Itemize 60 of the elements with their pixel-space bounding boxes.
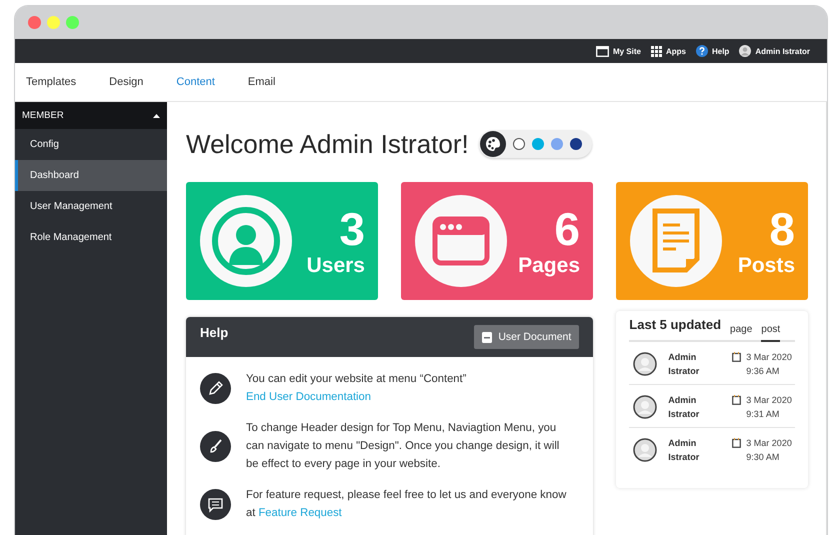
stat-count: 8	[769, 204, 795, 254]
nav-tab[interactable]: Email	[236, 76, 286, 88]
nav-tab[interactable]: Templates	[15, 76, 88, 88]
stat-count: 6	[554, 204, 580, 254]
help-text: For feature request, please feel free to let us and everyone know at Feature Request	[246, 488, 568, 521]
author-name: Admin Istrator	[668, 351, 700, 378]
filter-tab[interactable]: post	[761, 324, 780, 342]
brush-icon	[200, 430, 231, 462]
update-time: 3 Mar 2020 9:36 AM	[746, 351, 792, 378]
sidebar-item[interactable]: Dashboard	[15, 160, 167, 191]
book-icon	[482, 332, 492, 342]
user-icon	[200, 195, 292, 287]
avatar-icon	[633, 352, 658, 376]
author-name: Admin Istrator	[668, 437, 700, 464]
maximize-dot[interactable]	[66, 16, 79, 29]
nav-tab[interactable]: Design	[98, 76, 154, 88]
top-bar-link[interactable]: Help	[696, 45, 730, 57]
avatar-icon	[739, 45, 752, 57]
top-bar-link[interactable]: My Site	[596, 46, 641, 56]
help-title: Help	[200, 324, 228, 340]
calendar-icon	[732, 438, 742, 448]
pencil-icon	[200, 372, 231, 404]
chat-icon	[200, 488, 231, 520]
color-swatch[interactable]	[570, 138, 582, 150]
caret-icon	[153, 114, 160, 118]
color-swatch[interactable]	[532, 138, 544, 150]
calendar-icon	[732, 352, 742, 362]
calendar-icon	[732, 395, 742, 405]
avatar-icon	[633, 438, 658, 462]
color-swatch[interactable]	[550, 138, 563, 150]
sidebar-item[interactable]: Config	[15, 129, 167, 160]
update-time: 3 Mar 2020 9:30 AM	[746, 437, 792, 464]
nav-tab[interactable]: Content	[165, 76, 226, 88]
user-document-button[interactable]: User Document	[474, 325, 580, 349]
stat-label: Users	[306, 254, 365, 278]
card-title: Last 5 updated	[629, 317, 722, 334]
help-text: You can edit your website at menu “Content” End User Documentation	[246, 372, 468, 405]
color-swatch[interactable]	[512, 138, 525, 150]
sidebar-item[interactable]: Role Management	[15, 222, 167, 253]
update-time: 3 Mar 2020 9:31 AM	[746, 394, 792, 421]
grid-icon	[650, 46, 662, 56]
stat-label: Posts	[738, 254, 795, 278]
browser-window-icon	[596, 46, 609, 56]
filter-tab[interactable]: page	[730, 324, 752, 342]
author-name: Admin Istrator	[668, 394, 700, 421]
help-icon	[696, 45, 708, 57]
sidebar-item[interactable]: User Management	[15, 191, 167, 222]
close-dot[interactable]	[28, 16, 41, 29]
welcome-heading: Welcome Admin Istrator!	[186, 128, 469, 160]
stat-count: 3	[339, 204, 365, 254]
palette-icon[interactable]	[480, 131, 506, 157]
sidebar-section-header[interactable]: MEMBER	[15, 102, 167, 129]
help-text: To change Header design for Top Menu, Naviagtion Menu, you can navigate to menu "Design". Once you change design, it will be effect to every page in your website.	[246, 421, 560, 472]
stat-label: Pages	[518, 254, 580, 278]
document-icon	[630, 195, 722, 287]
top-bar-link[interactable]: Admin Istrator	[739, 45, 810, 57]
avatar-icon	[633, 395, 658, 419]
top-bar-link[interactable]: Apps	[650, 46, 686, 56]
browser-window-icon	[415, 195, 507, 287]
minimize-dot[interactable]	[47, 16, 60, 29]
